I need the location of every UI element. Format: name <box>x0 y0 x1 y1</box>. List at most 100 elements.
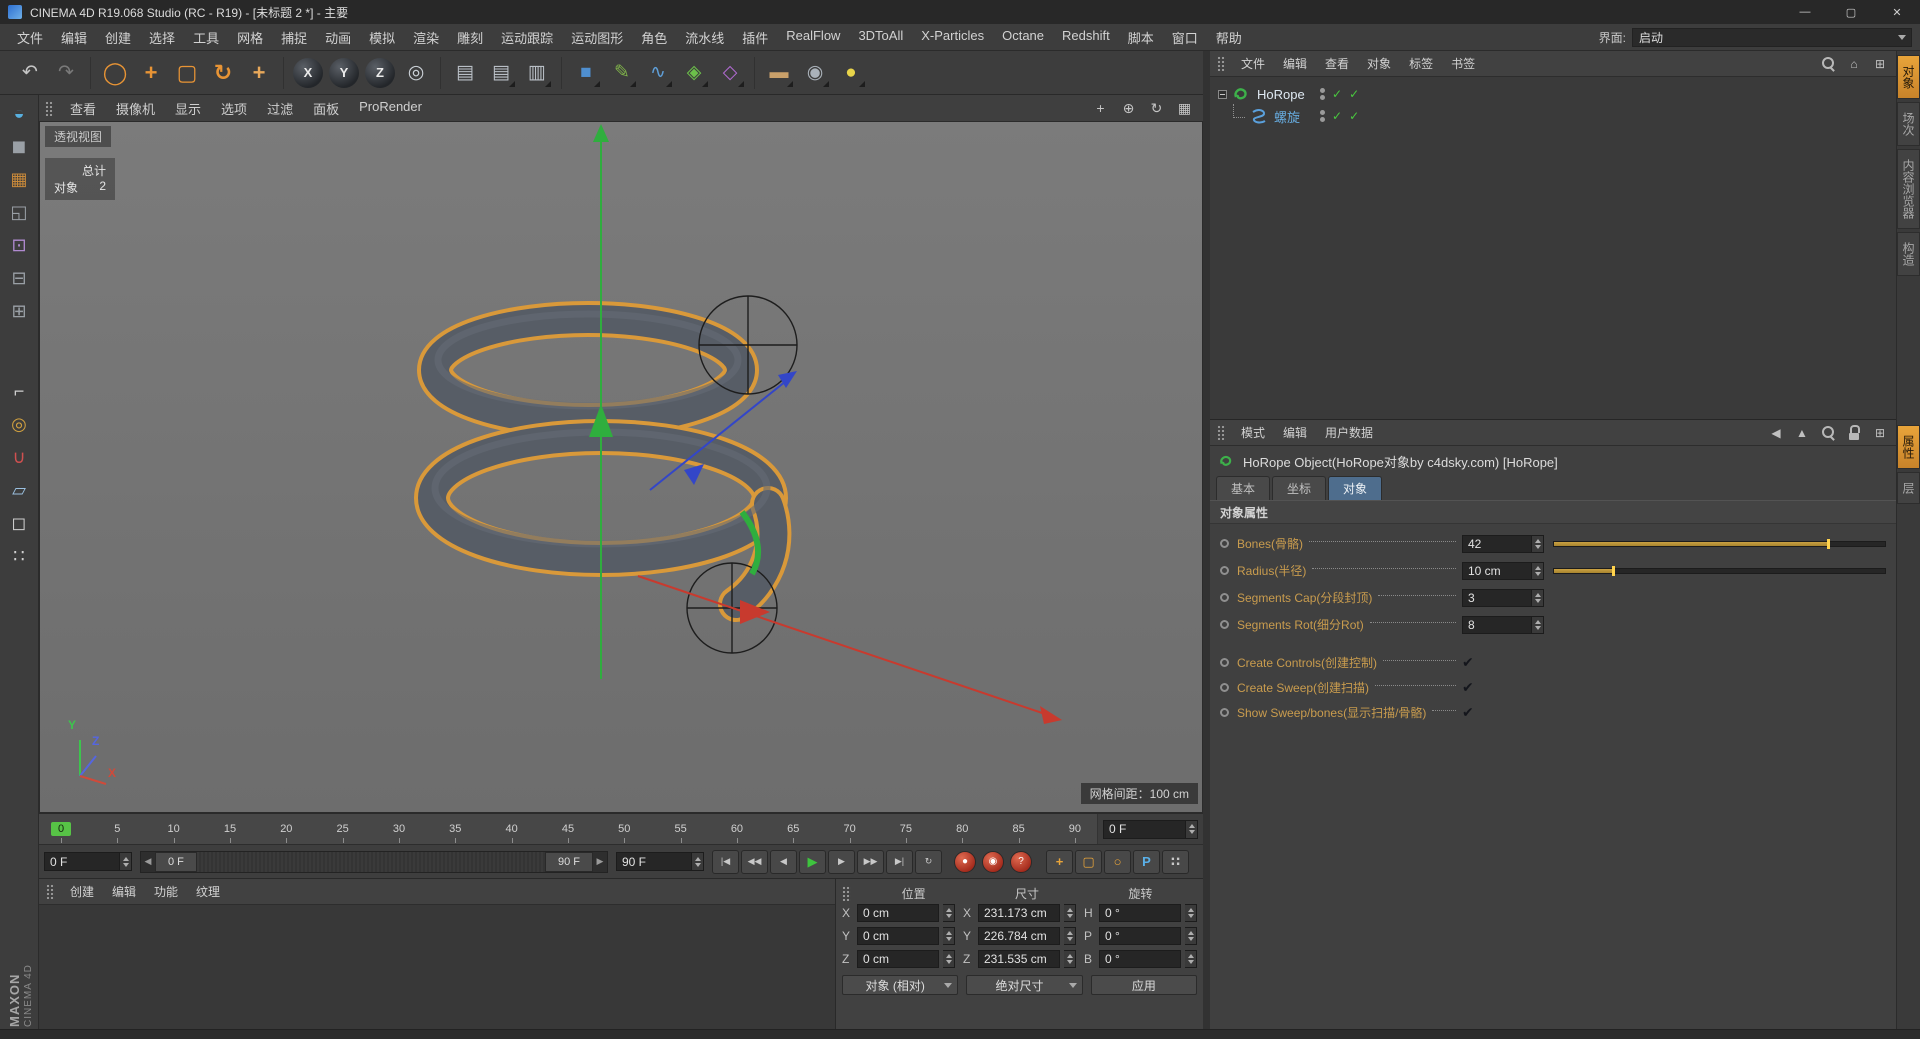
scale-tool-icon[interactable]: ▢ <box>170 56 204 90</box>
toggle-views-icon[interactable]: ▦ <box>1172 97 1197 119</box>
frame-spinner[interactable]: 0 F <box>1097 814 1203 844</box>
last-tool-icon[interactable]: + <box>242 56 276 90</box>
timeline-tick[interactable]: 50 <box>614 822 634 843</box>
rotate-tool-icon[interactable]: ↻ <box>206 56 240 90</box>
parameter-value-field[interactable]: 10 cm <box>1462 561 1544 580</box>
render-picture-viewer-icon[interactable]: ▤ <box>484 56 518 90</box>
timeline-tick[interactable]: 30 <box>389 822 409 843</box>
pan-view-icon[interactable]: + <box>1088 97 1113 119</box>
tree-row-helix[interactable]: 螺旋 ✓ ✓ <box>1210 104 1896 127</box>
prev-key-button[interactable]: ◀◀ <box>741 849 768 874</box>
material-menu-item[interactable]: 创建 <box>61 883 103 900</box>
spinner-icon[interactable] <box>943 950 955 968</box>
panel-grip-icon[interactable] <box>842 885 851 901</box>
rotation-key-icon[interactable]: ○ <box>1104 849 1131 874</box>
menubar-item[interactable]: 工具 <box>184 28 228 47</box>
panel-grip-icon[interactable] <box>1217 56 1226 71</box>
rotation-field[interactable]: H0 ° <box>1084 904 1197 922</box>
spinner-icon[interactable] <box>1064 950 1076 968</box>
record-options-button[interactable]: ? <box>1010 850 1032 873</box>
lock-icon[interactable] <box>1845 424 1863 442</box>
menubar-item[interactable]: 角色 <box>632 28 676 47</box>
attribute-tab[interactable]: 对象 <box>1328 476 1383 500</box>
menubar-item[interactable]: 帮助 <box>1207 28 1251 47</box>
viewport-solo-icon[interactable]: ◎ <box>4 409 34 439</box>
size-field[interactable]: X 231.173 cm <box>963 904 1076 922</box>
menubar-item[interactable]: 捕捉 <box>272 28 316 47</box>
menubar-item[interactable]: 模拟 <box>360 28 404 47</box>
goto-end-button[interactable]: ▶| <box>886 849 913 874</box>
timeline-tick[interactable]: 80 <box>952 822 972 843</box>
keyframe-dot-icon[interactable] <box>1220 566 1229 575</box>
parameter-checkbox[interactable]: ✔ <box>1462 679 1544 696</box>
timeline-tick[interactable]: 35 <box>445 822 465 843</box>
menubar-item[interactable]: 运动跟踪 <box>492 28 562 47</box>
workplane-mode-icon[interactable]: ◱ <box>4 197 34 227</box>
object-manager-menu-item[interactable]: 查看 <box>1316 55 1358 72</box>
spinner-icon[interactable] <box>1532 615 1544 634</box>
viewport-menu-item[interactable]: 面板 <box>303 99 349 118</box>
pin-icon[interactable]: ▲ <box>1793 424 1811 442</box>
enable-axis-icon[interactable]: ⌐ <box>4 376 34 406</box>
undo-icon[interactable]: ↶ <box>13 56 47 90</box>
y-axis-lock-icon[interactable]: Y <box>329 57 359 88</box>
enable-check-icon[interactable]: ✓ <box>1332 87 1342 101</box>
timeline-tick[interactable]: 40 <box>502 822 522 843</box>
menubar-item[interactable]: Octane <box>993 28 1053 47</box>
timeline-tick[interactable]: 65 <box>783 822 803 843</box>
range-end-handle[interactable]: 90 F <box>544 851 593 872</box>
timeline-tick[interactable]: 55 <box>671 822 691 843</box>
viewport-menu-item[interactable]: 选项 <box>211 99 257 118</box>
cube-primitive-icon[interactable]: ■ <box>569 56 603 90</box>
x-axis-lock-icon[interactable]: X <box>293 57 323 88</box>
quantize-icon[interactable]: ∷ <box>4 541 34 571</box>
spline-primitives-icon[interactable]: ∿ <box>641 56 675 90</box>
parameter-checkbox[interactable]: ✔ <box>1462 704 1544 721</box>
visibility-dots-icon[interactable] <box>1320 110 1325 122</box>
current-frame-field[interactable]: 0 F <box>44 852 132 871</box>
object-label[interactable]: 螺旋 <box>1274 107 1300 126</box>
menubar-item[interactable]: 3DToAll <box>849 28 912 47</box>
panel-menu-icon[interactable]: ⊞ <box>1871 55 1889 73</box>
mograph-icon[interactable]: ◈ <box>677 56 711 90</box>
redo-icon[interactable]: ↷ <box>49 56 83 90</box>
timeline-tick[interactable]: 85 <box>1009 822 1029 843</box>
menubar-item[interactable]: 脚本 <box>1119 28 1163 47</box>
size-field[interactable]: Z 231.535 cm <box>963 950 1076 968</box>
dock-tab[interactable]: 层 <box>1897 472 1920 504</box>
size-field[interactable]: Y 226.784 cm <box>963 927 1076 945</box>
parameter-slider[interactable] <box>1553 535 1886 553</box>
material-menu-item[interactable]: 功能 <box>145 883 187 900</box>
menubar-item[interactable]: 文件 <box>8 28 52 47</box>
menubar-item[interactable]: RealFlow <box>777 28 849 47</box>
range-start-handle[interactable]: 0 F <box>155 851 197 872</box>
live-selection-icon[interactable]: ◯ <box>98 56 132 90</box>
add-panel-icon[interactable]: ⊞ <box>1871 424 1889 442</box>
material-menu-item[interactable]: 编辑 <box>103 883 145 900</box>
range-track[interactable] <box>196 851 545 872</box>
timeline-tick[interactable]: 15 <box>220 822 240 843</box>
position-field[interactable]: Z0 cm <box>842 950 955 968</box>
lock-workplane-icon[interactable]: ◻ <box>4 508 34 538</box>
spinner-icon[interactable] <box>1532 588 1544 607</box>
menubar-item[interactable]: 编辑 <box>52 28 96 47</box>
menubar-item[interactable]: 创建 <box>96 28 140 47</box>
viewport-menu-item[interactable]: 显示 <box>165 99 211 118</box>
environment-floor-icon[interactable]: ▬ <box>762 56 796 90</box>
timeline-tick[interactable]: 20 <box>276 822 296 843</box>
light-icon[interactable]: ● <box>834 56 868 90</box>
maximize-button[interactable]: ▢ <box>1828 0 1874 24</box>
object-manager-menu-item[interactable]: 书签 <box>1442 55 1484 72</box>
position-key-icon[interactable]: + <box>1046 849 1073 874</box>
spinner-icon[interactable] <box>1064 927 1076 945</box>
material-list-area[interactable] <box>39 905 835 1029</box>
position-field[interactable]: X0 cm <box>842 904 955 922</box>
record-keyframe-button[interactable]: ● <box>954 850 976 873</box>
parameter-value-field[interactable]: 8 <box>1462 615 1544 634</box>
spline-pen-icon[interactable]: ✎ <box>605 56 639 90</box>
attribute-menu-item[interactable]: 用户数据 <box>1316 424 1382 441</box>
keyframe-dot-icon[interactable] <box>1220 539 1229 548</box>
convert-editable-icon[interactable]: ◒ <box>4 98 34 128</box>
interface-select[interactable]: 启动 <box>1632 27 1912 47</box>
menubar-item[interactable]: 流水线 <box>676 28 733 47</box>
